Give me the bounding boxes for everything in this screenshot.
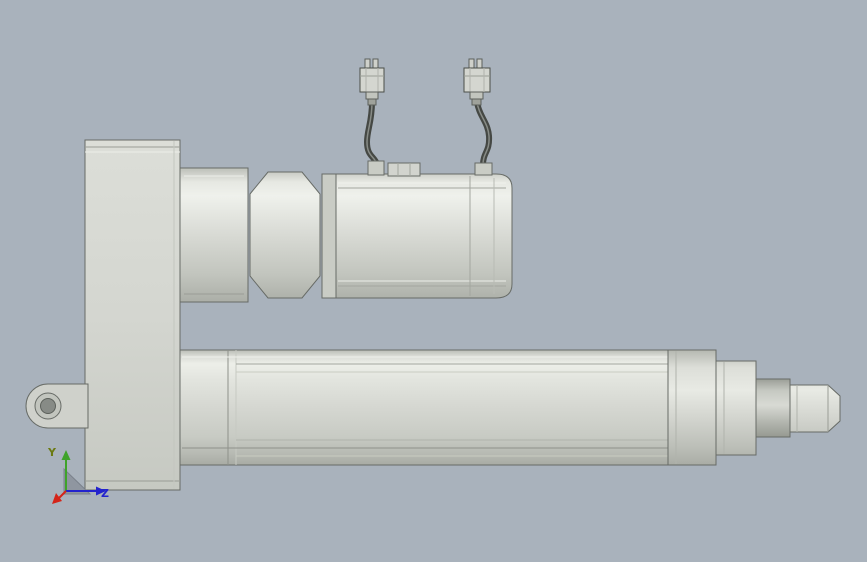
end-cap (667, 349, 717, 466)
piston-rod (755, 378, 791, 438)
motor-body (335, 173, 513, 299)
rear-housing-block (84, 139, 181, 491)
motor-assembly (179, 162, 513, 303)
connector-housing (463, 67, 491, 93)
connector-neck (469, 91, 484, 100)
z-axis-label: Z (101, 487, 109, 500)
cad-viewport[interactable]: Y Z (0, 0, 867, 562)
clevis-mount (25, 383, 89, 429)
actuator-tube (179, 349, 669, 466)
motor-top-pad (387, 162, 421, 177)
front-cylinder (715, 360, 757, 456)
housing-face (84, 139, 181, 491)
cable-crimp (471, 98, 482, 106)
model-canvas: Y Z (0, 0, 867, 562)
cable-gland-2 (474, 162, 493, 176)
connector-neck (365, 91, 379, 100)
connector-housing (359, 67, 385, 93)
y-axis-label: Y (47, 446, 57, 459)
motor-front-flange (321, 173, 337, 299)
clevis-hole (40, 398, 56, 414)
motor-adapter (249, 171, 321, 299)
cable-crimp (367, 98, 377, 106)
cable-gland-1 (367, 160, 385, 176)
gearbox-flange (179, 167, 249, 303)
